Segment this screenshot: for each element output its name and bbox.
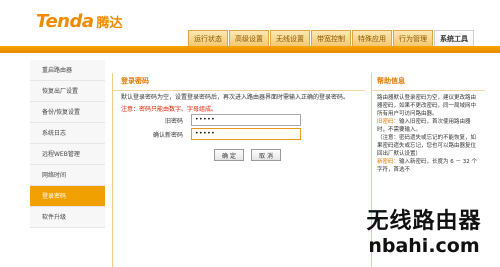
tab-status[interactable]: 运行状态 — [188, 30, 228, 46]
tenda-logo: Tenda 腾达 — [36, 11, 123, 32]
site-watermark: 无线路由器 nbahi.com — [354, 203, 494, 263]
page-title: 登录密码 — [121, 77, 149, 85]
sidebar-item-system-log[interactable]: 系统日志 — [30, 123, 105, 144]
top-nav-tabs: 运行状态 高级设置 无线设置 带宽控制 特殊应用 行为管理 系统工具 — [188, 30, 475, 46]
sidebar-item-remote-web[interactable]: 远程WEB管理 — [30, 144, 105, 165]
old-password-label: 旧密码 — [164, 117, 183, 125]
confirm-password-field[interactable]: ••••• — [191, 128, 301, 140]
nav-band — [0, 46, 500, 53]
sidebar-item-firmware-upgrade[interactable]: 软件升级 — [30, 207, 105, 228]
old-password-field[interactable]: ••••• — [191, 114, 301, 126]
cancel-button[interactable]: 取 消 — [251, 149, 281, 161]
sidebar: 重启路由器 恢复出厂设置 备份/恢复设置 系统日志 远程WEB管理 网络时间 登… — [30, 60, 105, 267]
main-panel: 登录密码 默认登录密码为空，设置登录密码后，再次进入路由器界面时需输入正确的登录… — [112, 73, 365, 267]
logo-text: Tenda — [36, 11, 94, 32]
old-password-row: 旧密码 ••••• — [113, 114, 301, 126]
tab-wireless[interactable]: 无线设置 — [270, 30, 310, 46]
header: Tenda 腾达 运行状态 高级设置 无线设置 带宽控制 特殊应用 行为管理 系… — [0, 0, 500, 46]
help-old-password-note: （注意：密码遗失或忘记的不能恢复，如果密码遗失或忘记，您也可以路由器复位回出厂默… — [377, 135, 477, 157]
help-divider — [372, 90, 485, 91]
sidebar-item-login-password[interactable]: 登录密码 — [30, 186, 105, 207]
sidebar-item-reboot[interactable]: 重启路由器 — [30, 60, 105, 81]
confirm-password-label: 确认新密码 — [152, 131, 183, 139]
new-password-row: 确认新密码 ••••• — [113, 128, 301, 140]
tab-special-apps[interactable]: 特殊应用 — [352, 30, 392, 46]
help-old-password-label: 旧密码： — [377, 119, 400, 125]
help-title: 帮助信息 — [377, 77, 405, 85]
sidebar-item-factory-reset[interactable]: 恢复出厂设置 — [30, 81, 105, 102]
watermark-cn: 无线路由器 — [366, 208, 482, 234]
tab-system-tools[interactable]: 系统工具 — [434, 30, 474, 46]
help-intro: 路由器默认登录密码为空，建议更改路由器密码，如果不更改密码，同一局域网中所有用户… — [377, 95, 477, 117]
sidebar-item-network-time[interactable]: 网络时间 — [30, 165, 105, 186]
watermark-en: nbahi.com — [368, 235, 480, 257]
sidebar-item-backup-restore[interactable]: 备份/恢复设置 — [30, 102, 105, 123]
tab-behavior[interactable]: 行为管理 — [393, 30, 433, 46]
tab-advanced[interactable]: 高级设置 — [229, 30, 269, 46]
ok-button[interactable]: 确 定 — [214, 149, 244, 161]
help-body: 路由器默认登录密码为空，建议更改路由器密码，如果不更改密码，同一局域网中所有用户… — [377, 94, 477, 174]
tab-bandwidth[interactable]: 带宽控制 — [311, 30, 351, 46]
title-divider — [113, 90, 365, 91]
help-new-password-label: 新密码： — [377, 159, 400, 165]
page-description: 默认登录密码为空，设置登录密码后，再次进入路由器界面时需输入正确的登录密码。 — [121, 94, 350, 101]
logo-text-cn: 腾达 — [96, 16, 123, 31]
password-note: 注意：密码只能由数字、字母组成。 — [121, 106, 218, 113]
